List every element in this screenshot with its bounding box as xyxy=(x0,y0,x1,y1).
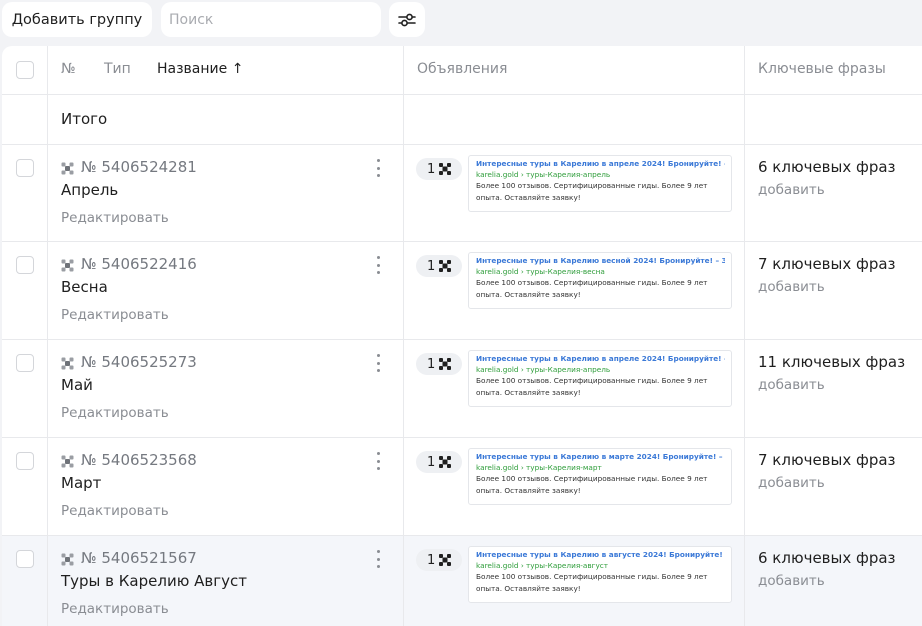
add-keywords-link[interactable]: добавить xyxy=(758,279,825,295)
group-id: № 5406524281 xyxy=(81,158,197,176)
ads-count-badge[interactable]: 1 xyxy=(416,158,462,180)
edit-link[interactable]: Редактировать xyxy=(61,503,169,519)
ad-title: Интересные туры в Карелию в апреле 2024!… xyxy=(476,159,725,168)
column-divider xyxy=(744,46,745,626)
group-type-icon xyxy=(61,553,74,566)
group-name[interactable]: Весна xyxy=(61,278,108,296)
sliders-icon xyxy=(398,13,416,26)
keywords-count[interactable]: 11 ключевых фраз xyxy=(758,353,905,371)
keywords-count[interactable]: 7 ключевых фраз xyxy=(758,451,896,469)
row-divider xyxy=(2,437,922,438)
total-label: Итого xyxy=(61,110,108,128)
ad-description: Более 100 отзывов. Сертифицированные гид… xyxy=(476,376,708,397)
ad-icon xyxy=(439,456,451,468)
ads-count-badge[interactable]: 1 xyxy=(416,549,462,571)
ads-count: 1 xyxy=(427,258,436,274)
ad-preview-card[interactable]: Интересные туры в Карелию в августе 2024… xyxy=(468,546,732,603)
ad-preview-card[interactable]: Интересные туры в Карелию весной 2024! Б… xyxy=(468,252,732,309)
more-menu-icon[interactable] xyxy=(375,159,381,177)
edit-link[interactable]: Редактировать xyxy=(61,307,169,323)
ad-icon xyxy=(439,358,451,370)
edit-link[interactable]: Редактировать xyxy=(61,210,169,226)
ads-count-badge[interactable]: 1 xyxy=(416,451,462,473)
group-name[interactable]: Туры в Карелию Август xyxy=(61,572,247,590)
column-header-ads[interactable]: Объявления xyxy=(417,61,507,77)
ad-description: Более 100 отзывов. Сертифицированные гид… xyxy=(476,572,708,593)
ad-title: Интересные туры в Карелию в апреле 2024!… xyxy=(476,354,725,363)
add-group-button[interactable]: Добавить группу xyxy=(2,2,152,37)
ad-title: Интересные туры в Карелию в марте 2024! … xyxy=(476,452,725,461)
ad-url: karelia.gold › туры-Карелия-апрель xyxy=(476,365,611,374)
ad-description: Более 100 отзывов. Сертифицированные гид… xyxy=(476,278,708,299)
ads-count: 1 xyxy=(427,454,436,470)
edit-link[interactable]: Редактировать xyxy=(61,601,169,617)
row-checkbox[interactable] xyxy=(16,452,34,470)
ad-icon xyxy=(439,163,451,175)
column-header-type[interactable]: Тип xyxy=(104,61,131,77)
group-id: № 5406525273 xyxy=(81,353,197,371)
ad-description: Более 100 отзывов. Сертифицированные гид… xyxy=(476,181,708,202)
row-checkbox[interactable] xyxy=(16,354,34,372)
row-divider xyxy=(2,241,922,242)
row-divider xyxy=(2,339,922,340)
row-divider xyxy=(2,144,922,145)
column-divider xyxy=(47,46,48,626)
filter-button[interactable] xyxy=(389,2,425,37)
column-header-name[interactable]: Название ↑ xyxy=(157,61,243,77)
ad-url: karelia.gold › туры-Карелия-весна xyxy=(476,267,605,276)
add-keywords-link[interactable]: добавить xyxy=(758,182,825,198)
ad-title: Интересные туры в Карелию в августе 2024… xyxy=(476,550,725,559)
more-menu-icon[interactable] xyxy=(375,452,381,470)
row-checkbox[interactable] xyxy=(16,550,34,568)
ad-url: karelia.gold › туры-Карелия-апрель xyxy=(476,170,611,179)
search-input[interactable] xyxy=(161,2,381,37)
ad-title: Интересные туры в Карелию весной 2024! Б… xyxy=(476,256,725,265)
group-name[interactable]: Май xyxy=(61,376,93,394)
ad-icon xyxy=(439,260,451,272)
group-name[interactable]: Март xyxy=(61,474,101,492)
ad-description: Более 100 отзывов. Сертифицированные гид… xyxy=(476,474,708,495)
column-header-keywords[interactable]: Ключевые фразы xyxy=(758,61,886,77)
ad-preview-card[interactable]: Интересные туры в Карелию в апреле 2024!… xyxy=(468,350,732,407)
ads-count: 1 xyxy=(427,161,436,177)
ad-url: karelia.gold › туры-Карелия-август xyxy=(476,561,609,570)
group-type-icon xyxy=(61,162,74,175)
row-checkbox[interactable] xyxy=(16,159,34,177)
add-keywords-link[interactable]: добавить xyxy=(758,377,825,393)
ad-icon xyxy=(439,554,451,566)
keywords-count[interactable]: 6 ключевых фраз xyxy=(758,158,896,176)
row-checkbox[interactable] xyxy=(16,256,34,274)
group-id: № 5406522416 xyxy=(81,255,197,273)
select-all-checkbox[interactable] xyxy=(16,61,34,79)
row-divider xyxy=(2,535,922,536)
keywords-count[interactable]: 7 ключевых фраз xyxy=(758,255,896,273)
add-keywords-link[interactable]: добавить xyxy=(758,475,825,491)
more-menu-icon[interactable] xyxy=(375,354,381,372)
group-id: № 5406523568 xyxy=(81,451,197,469)
ad-preview-card[interactable]: Интересные туры в Карелию в марте 2024! … xyxy=(468,448,732,505)
ads-count: 1 xyxy=(427,552,436,568)
column-divider xyxy=(403,46,404,626)
group-type-icon xyxy=(61,259,74,272)
edit-link[interactable]: Редактировать xyxy=(61,405,169,421)
add-keywords-link[interactable]: добавить xyxy=(758,573,825,589)
ads-count-badge[interactable]: 1 xyxy=(416,353,462,375)
group-type-icon xyxy=(61,357,74,370)
groups-table: № Тип Название ↑ Объявления Ключевые фра… xyxy=(2,46,922,626)
toolbar: Добавить группу xyxy=(0,0,922,46)
ad-preview-card[interactable]: Интересные туры в Карелию в апреле 2024!… xyxy=(468,155,732,212)
ads-count-badge[interactable]: 1 xyxy=(416,255,462,277)
ads-count: 1 xyxy=(427,356,436,372)
row-divider xyxy=(2,94,922,95)
keywords-count[interactable]: 6 ключевых фраз xyxy=(758,549,896,567)
column-header-number[interactable]: № xyxy=(61,61,76,77)
group-id: № 5406521567 xyxy=(81,549,197,567)
group-type-icon xyxy=(61,455,74,468)
group-name[interactable]: Апрель xyxy=(61,181,118,199)
ad-url: karelia.gold › туры-Карелия-март xyxy=(476,463,602,472)
more-menu-icon[interactable] xyxy=(375,550,381,568)
more-menu-icon[interactable] xyxy=(375,256,381,274)
